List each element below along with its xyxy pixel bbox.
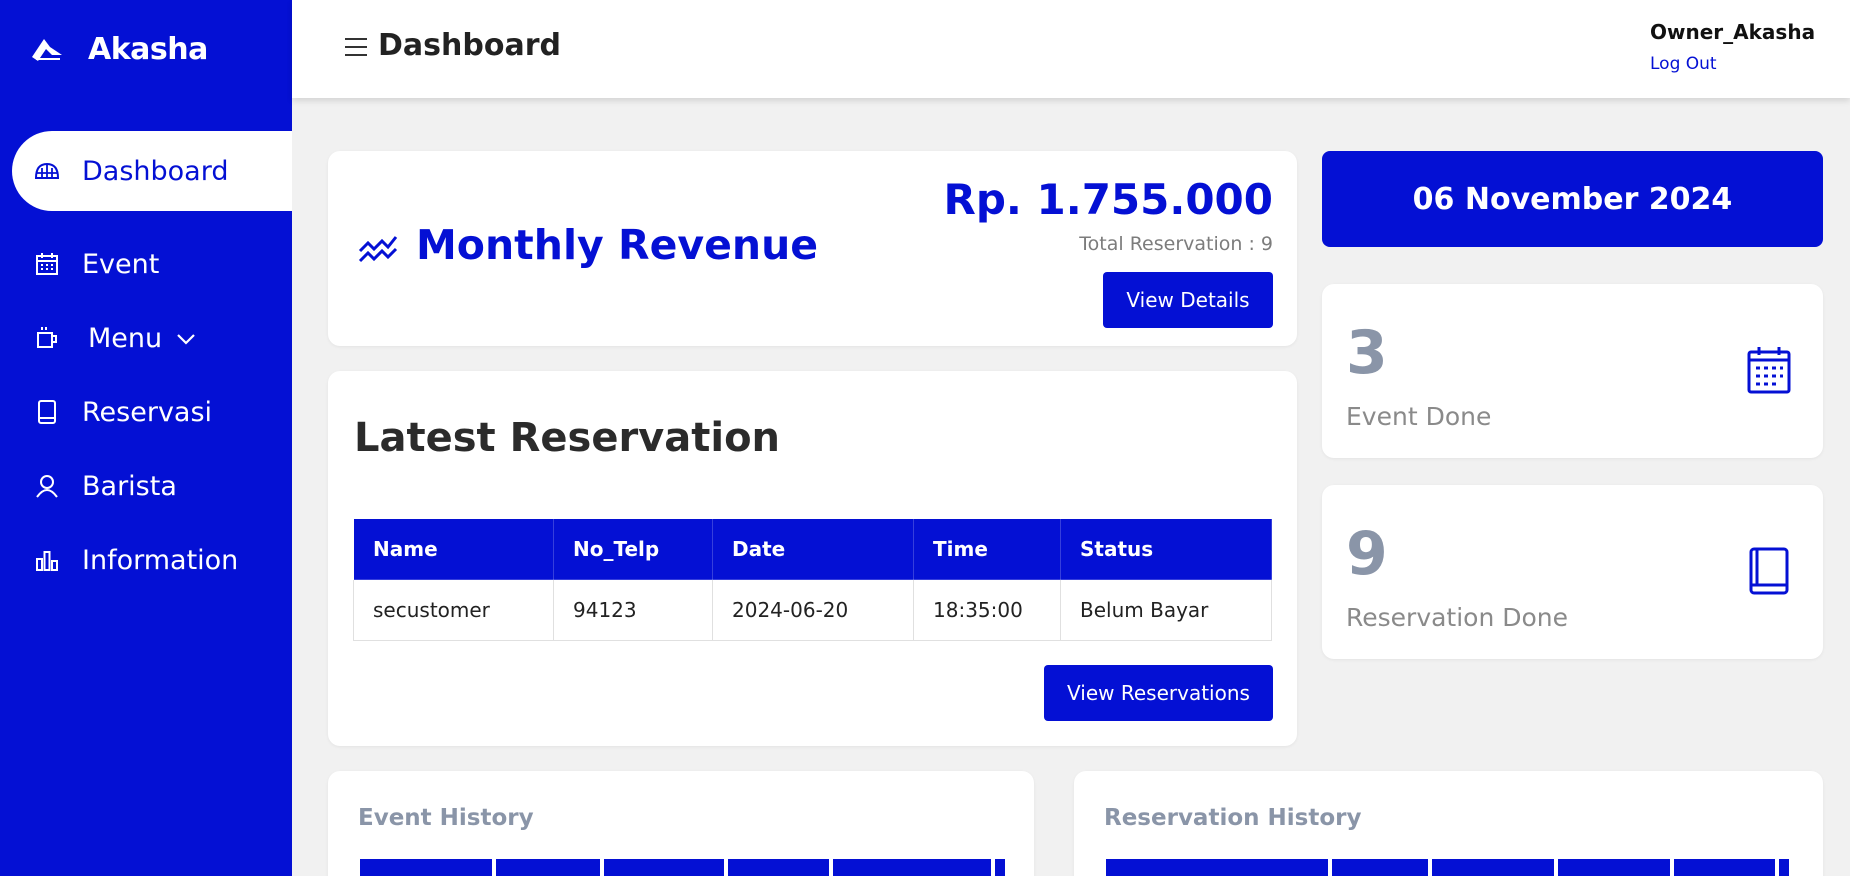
- column-header-name: Name: [353, 518, 554, 580]
- cell-time: 18:35:00: [913, 579, 1061, 641]
- total-reservation: Total Reservation : 9: [1079, 233, 1273, 255]
- column-header-date: Date: [712, 518, 914, 580]
- event-done-label: Event Done: [1346, 402, 1492, 431]
- column-header-time: Time: [913, 518, 1061, 580]
- revenue-amount: Rp. 1.755.000: [943, 175, 1273, 224]
- page-title: Dashboard: [378, 28, 561, 63]
- cell-name: secustomer: [353, 579, 554, 641]
- view-details-button[interactable]: View Details: [1103, 272, 1273, 328]
- bar-chart-icon: [32, 545, 62, 575]
- event-history-card: Event History: [328, 771, 1034, 876]
- sidebar-item-label: Menu: [88, 322, 163, 354]
- cell-status: Belum Bayar: [1060, 579, 1272, 641]
- brand[interactable]: Akasha: [30, 32, 208, 67]
- event-done-count: 3: [1346, 318, 1388, 388]
- reservation-table: Name No_Telp Date Time Status secustomer…: [353, 518, 1272, 641]
- view-reservations-button[interactable]: View Reservations: [1044, 665, 1273, 721]
- sidebar-item-label: Information: [82, 544, 239, 576]
- reservation-history-card: Reservation History: [1074, 771, 1823, 876]
- sidebar-item-label: Reservasi: [82, 396, 213, 428]
- calendar-icon: [1747, 347, 1791, 394]
- reservation-done-card: 9 Reservation Done: [1322, 485, 1823, 659]
- column-header-no-telp: No_Telp: [553, 518, 713, 580]
- reservation-history-title: Reservation History: [1104, 805, 1362, 831]
- event-done-card: 3 Event Done: [1322, 284, 1823, 458]
- sidebar-item-label: Event: [82, 248, 160, 280]
- dashboard-dome-icon: [32, 156, 62, 186]
- sidebar-item-reservasi[interactable]: Reservasi: [12, 372, 292, 452]
- topbar: Dashboard Owner_Akasha Log Out: [292, 0, 1850, 98]
- calendar-icon: [32, 249, 62, 279]
- latest-reservation-card: Latest Reservation Name No_Telp Date Tim…: [328, 371, 1297, 746]
- monthly-revenue-card: Monthly Revenue Rp. 1.755.000 Total Rese…: [328, 151, 1297, 346]
- logo-icon: [32, 38, 62, 61]
- event-history-title: Event History: [358, 805, 534, 831]
- latest-reservation-title: Latest Reservation: [354, 415, 781, 461]
- revenue-title: Monthly Revenue: [416, 221, 819, 269]
- table-header-row: Name No_Telp Date Time Status: [353, 518, 1272, 580]
- sidebar-item-dashboard[interactable]: Dashboard: [12, 131, 292, 211]
- event-history-table-header: [360, 859, 1005, 876]
- reservation-done-count: 9: [1346, 519, 1388, 589]
- coffee-cup-icon: [32, 323, 62, 353]
- reservation-done-label: Reservation Done: [1346, 603, 1569, 632]
- logout-link[interactable]: Log Out: [1650, 54, 1717, 74]
- sidebar-item-event[interactable]: Event: [12, 224, 292, 304]
- chevron-down-icon[interactable]: [174, 326, 198, 350]
- current-date: 06 November 2024: [1322, 151, 1823, 247]
- sidebar-item-label: Dashboard: [82, 155, 229, 187]
- hamburger-menu-icon[interactable]: [344, 36, 368, 58]
- user-name: Owner_Akasha: [1650, 20, 1816, 44]
- user-icon: [32, 471, 62, 501]
- revenue-wave-icon: [358, 236, 398, 263]
- book-icon: [32, 397, 62, 427]
- table-row[interactable]: secustomer 94123 2024-06-20 18:35:00 Bel…: [353, 579, 1272, 641]
- reservation-history-table-header: [1106, 859, 1789, 876]
- sidebar-item-menu[interactable]: Menu: [12, 298, 292, 378]
- sidebar-item-label: Barista: [82, 470, 177, 502]
- brand-name: Akasha: [88, 32, 208, 67]
- cell-no-telp: 94123: [553, 579, 713, 641]
- book-icon: [1749, 547, 1789, 595]
- cell-date: 2024-06-20: [712, 579, 914, 641]
- sidebar-item-information[interactable]: Information: [12, 520, 292, 600]
- sidebar: Akasha Dashboard Event Menu Reservasi Ba…: [0, 0, 292, 876]
- sidebar-item-barista[interactable]: Barista: [12, 446, 292, 526]
- column-header-status: Status: [1060, 518, 1272, 580]
